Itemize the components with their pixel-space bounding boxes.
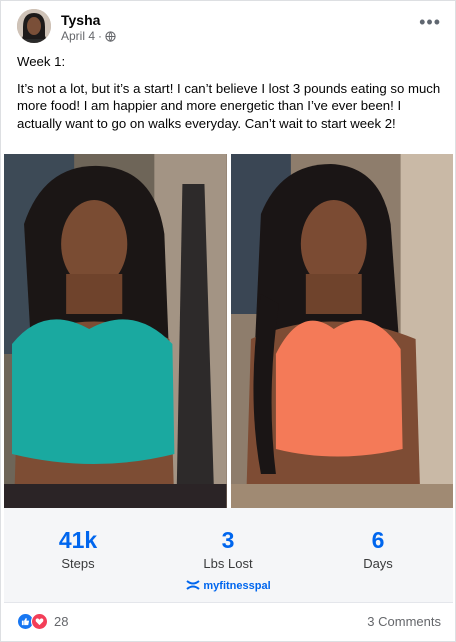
post-text: Week 1: It’s not a lot, but it’s a start… [17,53,443,141]
before-photo[interactable] [4,154,227,508]
post-paragraph: It’s not a lot, but it’s a start! I can’… [17,80,441,131]
stat-value: 3 [221,527,235,553]
underarmour-logo-icon [186,580,200,590]
avatar[interactable] [17,9,51,43]
reactions[interactable]: 28 [17,612,68,630]
stat-days: 6 Days [318,526,438,571]
stat-label: Lbs Lost [203,556,253,571]
stat-value: 6 [371,527,385,553]
more-horizontal-icon[interactable]: ••• [419,13,441,31]
photo-collage[interactable] [4,154,453,508]
stat-label: Steps [61,556,95,571]
stat-lbs-lost: 3 Lbs Lost [168,526,288,571]
comments-count[interactable]: 3 Comments [367,614,441,629]
reaction-count[interactable]: 28 [54,614,68,629]
post-header: Tysha April 4 · ••• [11,9,447,45]
fitness-stats: 41k Steps 3 Lbs Lost 6 Days myfitnesspal [4,508,453,603]
brand-logo: myfitnesspal [4,580,453,592]
post-date[interactable]: April 4 [61,29,95,43]
post-footer: 28 3 Comments [17,609,441,633]
stat-label: Days [363,556,393,571]
stat-steps: 41k Steps [18,526,138,571]
globe-icon [105,30,116,42]
love-icon [31,612,48,630]
brand-name: myfitnesspal [203,580,271,592]
post-meta: April 4 · [61,29,116,43]
post-paragraph: Week 1: [17,54,66,69]
author-name[interactable]: Tysha [61,12,100,28]
stat-value: 41k [58,527,98,553]
after-photo[interactable] [230,154,453,508]
meta-separator: · [98,29,103,43]
reaction-icons [17,612,48,630]
post-card: Tysha April 4 · ••• Week 1: It’s not a l… [0,0,456,642]
